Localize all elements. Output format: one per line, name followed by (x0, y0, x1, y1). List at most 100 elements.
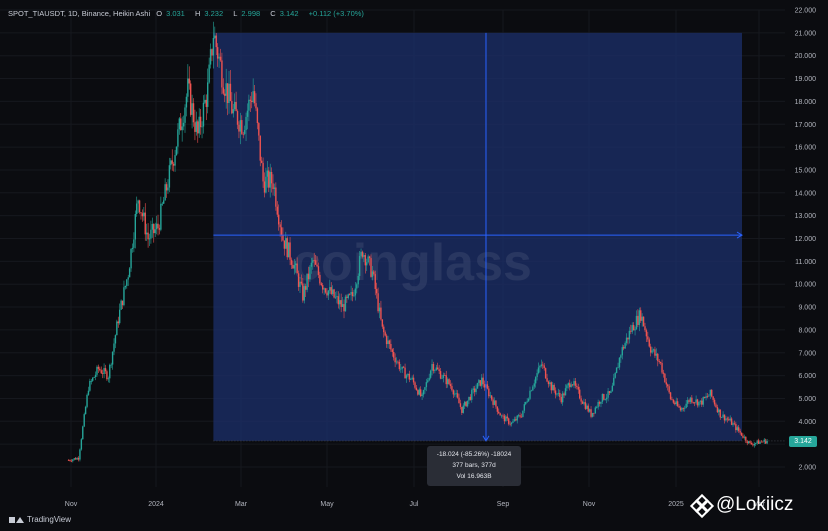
candle (171, 149, 173, 171)
candle-body (544, 368, 547, 379)
candle (69, 459, 71, 462)
candle (174, 150, 176, 172)
candle-body (706, 396, 709, 398)
candle-body (665, 382, 667, 385)
candle-body (384, 332, 386, 336)
candle-body (711, 389, 713, 397)
candle-body (631, 325, 633, 332)
candle-body (726, 418, 729, 420)
candle (306, 273, 308, 293)
candle-body (728, 419, 730, 421)
candle-body (438, 369, 440, 372)
tradingview-logo[interactable]: TradingView (9, 515, 71, 524)
measure-volume: Vol 16.963B (456, 473, 492, 480)
candle-body (73, 458, 75, 460)
candle-body (370, 258, 372, 277)
candle-body (429, 370, 432, 378)
candle (184, 104, 186, 133)
candle-body (368, 256, 371, 259)
candle-body (684, 407, 686, 409)
candle-body (701, 400, 703, 405)
candle-body (693, 402, 696, 404)
candle (476, 382, 479, 389)
candle-body (610, 391, 612, 393)
candle-body (729, 418, 731, 421)
candle-body (337, 296, 340, 305)
candle (207, 68, 209, 114)
candle (766, 439, 768, 445)
candle-body (145, 232, 148, 235)
candle-body (644, 326, 646, 331)
candle-body (211, 49, 213, 56)
candle (138, 199, 141, 215)
candle-body (564, 388, 567, 396)
candle-body (283, 240, 286, 249)
candle (80, 438, 83, 451)
y-tick-label: 10.000 (795, 282, 817, 289)
candle (197, 119, 199, 143)
candle (642, 316, 645, 327)
x-tick-label: 2025 (668, 501, 684, 508)
candle-body (559, 392, 561, 397)
candle (603, 393, 605, 401)
candle-body (686, 400, 689, 404)
candle-body (489, 395, 491, 397)
candle-body (649, 346, 652, 353)
candle-body (360, 251, 362, 256)
candle-body (483, 384, 486, 388)
candle-body (712, 396, 714, 400)
candle (209, 43, 212, 69)
candle (153, 223, 155, 243)
candle-body (235, 101, 237, 112)
candle-body (181, 126, 183, 131)
candle-body (495, 400, 497, 407)
measure-tooltip: -18.024 (-85.26%) -18024 377 bars, 377d … (427, 446, 521, 486)
candle-body (273, 187, 276, 190)
candle-body (199, 116, 202, 128)
y-tick-label: 4.000 (798, 419, 816, 426)
candle (97, 364, 100, 374)
candle (669, 391, 672, 401)
candle-body (340, 300, 342, 307)
candle (133, 232, 135, 253)
candle-body (625, 337, 628, 344)
x-tick-label: Mar (235, 501, 248, 508)
candle-body (473, 388, 476, 393)
ohlc-low: L 2.998 (233, 9, 261, 18)
chart-canvas[interactable]: coinglass 2.0003.0004.0005.0006.0007.000… (0, 0, 828, 531)
candle-body (678, 405, 680, 408)
candle-body (147, 232, 149, 240)
candle-body (515, 419, 517, 421)
candle (77, 456, 80, 462)
y-tick-label: 9.000 (798, 305, 816, 312)
candle (104, 364, 107, 374)
ohlc-high: H 3.232 (194, 9, 224, 18)
candle (192, 98, 195, 127)
candle-body (624, 343, 626, 349)
candle-body (424, 387, 426, 391)
symbol-title: SPOT_TIAUSDT, 1D, Binance, Heikin Ashi (8, 9, 151, 18)
candle-body (224, 93, 226, 96)
candle-body (618, 357, 621, 368)
candle-body (503, 415, 506, 422)
candle-body (375, 288, 378, 294)
candle-body (128, 268, 131, 278)
candle-body (546, 378, 548, 382)
candle-body (696, 399, 699, 406)
candle-body (157, 223, 159, 229)
candle-body (259, 135, 261, 161)
candle-body (719, 409, 721, 418)
candle-body (566, 385, 568, 389)
candle (128, 266, 131, 278)
candle (89, 378, 91, 392)
candle-body (513, 419, 516, 422)
candle (465, 400, 467, 407)
candle-body (527, 398, 530, 402)
candle-body (540, 364, 543, 366)
candle (168, 157, 171, 193)
candle-body (326, 292, 328, 296)
candle-body (207, 82, 209, 107)
candle-body (764, 439, 767, 444)
candle-body (82, 426, 84, 440)
candle-body (400, 368, 402, 370)
